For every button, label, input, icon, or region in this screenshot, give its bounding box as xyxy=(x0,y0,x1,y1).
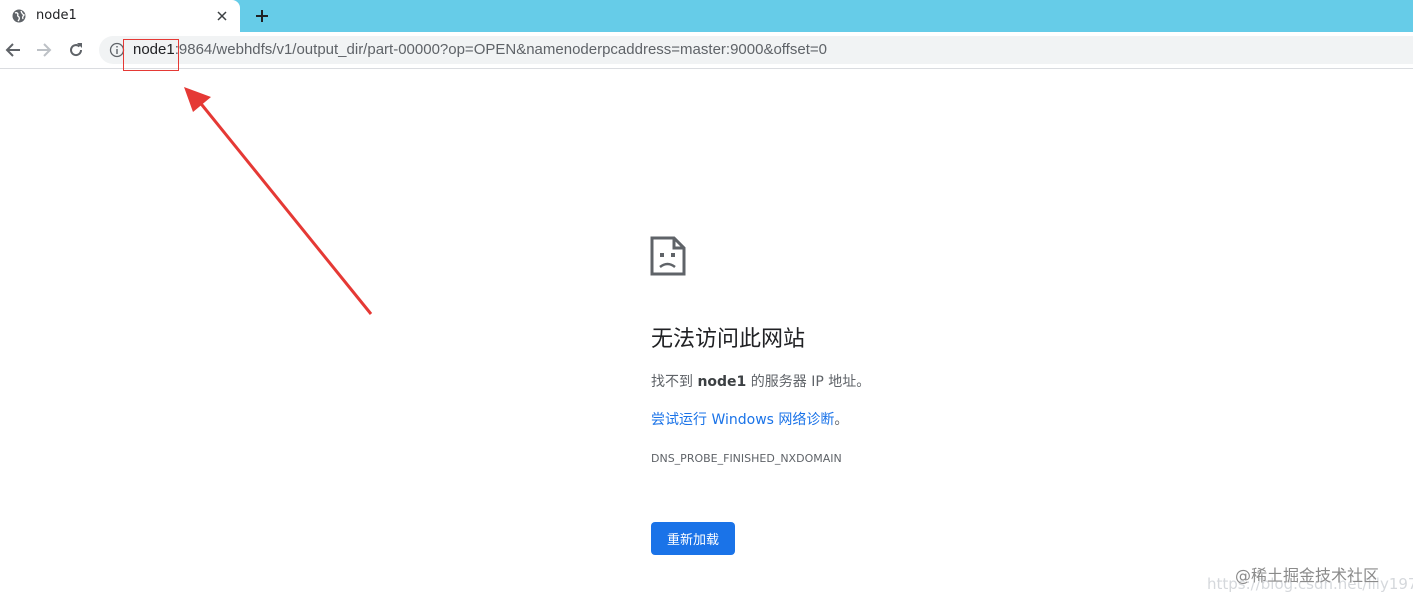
error-message-host: node1 xyxy=(697,374,747,390)
diagnostics-link-suffix: 。 xyxy=(834,412,849,428)
close-icon[interactable] xyxy=(214,8,230,24)
address-bar[interactable]: node1:9864/webhdfs/v1/output_dir/part-00… xyxy=(99,36,1413,64)
back-arrow-icon[interactable] xyxy=(2,39,24,61)
browser-tab[interactable]: node1 xyxy=(0,0,240,32)
diagnostics-suggestion: 尝试运行 Windows 网络诊断。 xyxy=(651,411,848,429)
tab-title: node1 xyxy=(36,8,77,23)
error-message-suffix: 的服务器 IP 地址。 xyxy=(746,374,871,390)
error-code: DNS_PROBE_FINISHED_NXDOMAIN xyxy=(651,452,842,465)
browser-toolbar: node1:9864/webhdfs/v1/output_dir/part-00… xyxy=(0,32,1413,69)
forward-arrow-icon[interactable] xyxy=(33,39,55,61)
error-message-prefix: 找不到 xyxy=(651,374,698,390)
watermark-text: @稀土掘金技术社区 xyxy=(1235,566,1380,585)
url-text[interactable]: node1:9864/webhdfs/v1/output_dir/part-00… xyxy=(133,41,827,59)
plus-icon[interactable] xyxy=(250,4,274,28)
url-path: :9864/webhdfs/v1/output_dir/part-00000?o… xyxy=(174,41,827,58)
windows-diagnostics-link[interactable]: 尝试运行 Windows 网络诊断 xyxy=(651,412,834,428)
error-title: 无法访问此网站 xyxy=(651,327,806,352)
reload-icon[interactable] xyxy=(65,39,87,61)
annotation-arrow xyxy=(184,87,373,315)
sad-document-icon xyxy=(650,236,686,276)
globe-icon xyxy=(12,9,26,23)
reload-button[interactable]: 重新加载 xyxy=(651,522,735,555)
error-message: 找不到 node1 的服务器 IP 地址。 xyxy=(651,373,870,391)
tab-strip: node1 xyxy=(0,0,1413,32)
annotation-highlight-box xyxy=(123,39,179,71)
